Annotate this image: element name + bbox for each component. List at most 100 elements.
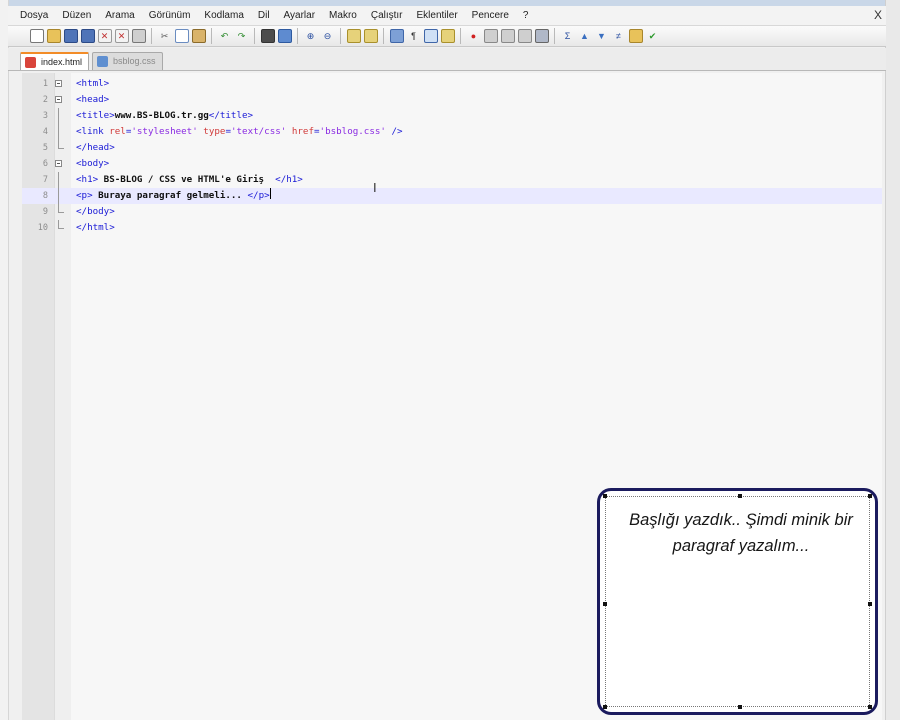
close-document-icon[interactable]: X [874, 8, 882, 22]
line-number: 7 [42, 175, 48, 185]
code-token: <h1> [76, 174, 99, 185]
code-text: </body> [76, 204, 115, 220]
toolbar-separator [554, 28, 555, 44]
folder-icon[interactable] [628, 29, 643, 43]
menu-item[interactable]: Arama [98, 6, 141, 25]
expand-icon[interactable]: ▼ [595, 29, 609, 43]
print-icon[interactable] [131, 29, 146, 43]
collapse-icon[interactable]: ▲ [578, 29, 592, 43]
check-icon[interactable]: ✔ [646, 29, 660, 43]
text-caret [269, 188, 271, 199]
annotation-callout: Başlığı yazdık.. Şimdi minik bir paragra… [597, 488, 878, 715]
tab-bar: index.html bsblog.css [8, 48, 886, 71]
run-macro-multiple-icon[interactable] [517, 29, 532, 43]
fold-toggle-icon[interactable] [55, 160, 62, 167]
save-macro-icon[interactable] [534, 29, 549, 43]
code-line[interactable]: 1 <html> [43, 76, 882, 92]
zoom-out-icon[interactable]: ⊖ [321, 29, 335, 43]
close-icon[interactable]: ✕ [97, 29, 112, 43]
fold-toggle-icon[interactable] [55, 96, 62, 103]
callout-text-frame: Başlığı yazdık.. Şimdi minik bir paragra… [603, 494, 872, 709]
toolbar-separator [297, 28, 298, 44]
code-line[interactable]: 10 </html> [38, 220, 882, 236]
code-token: </h1> [275, 174, 303, 185]
code-line[interactable]: 7 <h1> BS-BLOG / CSS ve HTML'e Giriş </h1… [43, 172, 882, 188]
menu-item[interactable]: Düzen [55, 6, 98, 25]
code-line[interactable]: 5 </head> [43, 140, 882, 156]
fold-guide [58, 124, 59, 140]
line-number: 3 [42, 111, 48, 121]
fold-toggle-icon[interactable] [55, 80, 62, 87]
replace-icon[interactable] [277, 29, 292, 43]
toolbar-separator [151, 28, 152, 44]
code-token: type [203, 126, 226, 137]
code-token: <html> [76, 78, 110, 89]
menu-item[interactable]: Pencere [465, 6, 516, 25]
resize-handle [603, 705, 607, 709]
menu-item[interactable]: Makro [322, 6, 364, 25]
code-line[interactable]: 8 <p> Buraya paragraf gelmeli... </p> [22, 188, 882, 204]
copy-icon[interactable] [174, 29, 189, 43]
playback-macro-icon[interactable] [500, 29, 515, 43]
spell-check-icon[interactable]: Σ [561, 29, 575, 43]
word-wrap-icon[interactable] [389, 29, 404, 43]
resize-handle [868, 602, 872, 606]
compare-icon[interactable]: ≠ [612, 29, 626, 43]
callout-text: Başlığı yazdık.. Şimdi minik bir paragra… [629, 511, 853, 555]
new-file-icon[interactable] [29, 29, 44, 43]
menu-item[interactable]: Dil [251, 6, 277, 25]
menu-item[interactable]: Kodlama [197, 6, 250, 25]
menu-item[interactable]: Eklentiler [410, 6, 465, 25]
redo-icon[interactable]: ↷ [235, 29, 249, 43]
zoom-in-icon[interactable]: ⊕ [304, 29, 318, 43]
code-line[interactable]: 6 <body> [43, 156, 882, 172]
code-line[interactable]: 2 <head> [43, 92, 882, 108]
paste-icon[interactable] [191, 29, 206, 43]
menu-item[interactable]: ? [516, 6, 536, 25]
save-icon[interactable] [63, 29, 78, 43]
stop-record-icon[interactable] [483, 29, 498, 43]
code-line[interactable]: 3 <title>www.BS-BLOG.tr.gg</title> [43, 108, 882, 124]
sync-horizontal-icon[interactable] [363, 29, 378, 43]
indent-guide-icon[interactable] [423, 29, 438, 43]
fold-guide [58, 108, 59, 124]
menu-item[interactable]: Dosya [8, 6, 55, 25]
code-token: /> [385, 126, 403, 137]
menu-item[interactable]: Çalıştır [364, 6, 410, 25]
doc-map-icon[interactable] [440, 29, 455, 43]
code-token: 'text/css' [230, 126, 287, 137]
code-text: <title>www.BS-BLOG.tr.gg</title> [76, 108, 253, 124]
code-token: <title> [76, 110, 115, 121]
line-number: 4 [42, 127, 48, 137]
close-all-icon[interactable]: ✕ [114, 29, 129, 43]
code-token: rel [109, 126, 126, 137]
show-all-chars-icon[interactable]: ¶ [407, 29, 421, 43]
code-token: </head> [76, 142, 115, 153]
resize-handle [738, 494, 742, 498]
sync-vertical-icon[interactable] [346, 29, 361, 43]
open-file-icon[interactable] [46, 29, 61, 43]
code-text: <h1> BS-BLOG / CSS ve HTML'e Giriş </h1> [76, 172, 303, 188]
menu-item[interactable]: Görünüm [142, 6, 198, 25]
window-right-border [885, 0, 900, 720]
save-all-icon[interactable] [80, 29, 95, 43]
tab-index-html[interactable]: index.html [20, 52, 90, 70]
toolbar-separator [460, 28, 461, 44]
tab-bsblog-css[interactable]: bsblog.css [92, 52, 163, 70]
code-line[interactable]: 4 <link rel='stylesheet' type='text/css' … [43, 124, 882, 140]
code-token: <body> [76, 158, 110, 169]
code-token: href [291, 126, 314, 137]
code-line[interactable]: 9 </body> [43, 204, 882, 220]
fold-margin [54, 73, 71, 720]
code-text: </html> [76, 220, 115, 236]
toolbar: ✕ ✕ ✂ ↶ ↷ ⊕ ⊖ ¶ ● Σ ▲ ▼ ≠ ✔ [8, 25, 886, 47]
undo-icon[interactable]: ↶ [218, 29, 232, 43]
code-text: <link rel='stylesheet' type='text/css' h… [76, 124, 403, 140]
find-icon[interactable] [260, 29, 275, 43]
code-token: </html> [76, 222, 115, 233]
text-cursor-icon: I [373, 180, 377, 195]
unsaved-file-icon [25, 57, 36, 68]
cut-icon[interactable]: ✂ [158, 29, 172, 43]
record-macro-icon[interactable]: ● [467, 29, 481, 43]
menu-item[interactable]: Ayarlar [277, 6, 323, 25]
